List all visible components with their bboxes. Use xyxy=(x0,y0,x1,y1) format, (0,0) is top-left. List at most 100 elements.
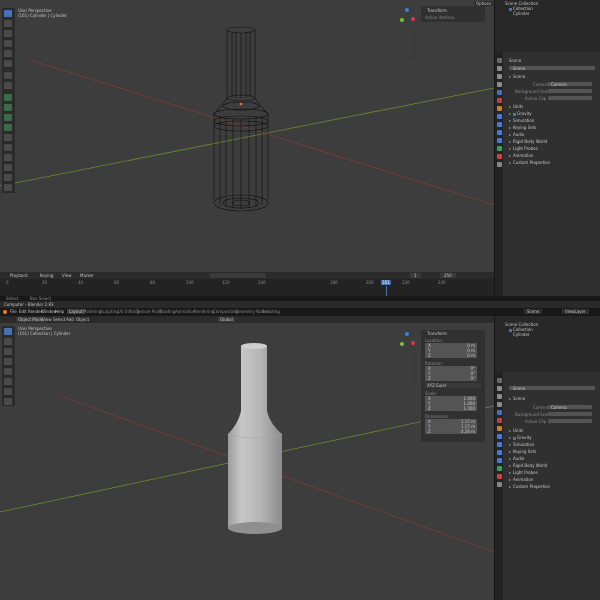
location-z[interactable]: Z 0 m xyxy=(425,353,477,358)
workspace-tab-texture-paint[interactable]: Texture Paint xyxy=(136,309,162,314)
bottom-navigation-gizmo[interactable] xyxy=(398,332,416,350)
workspace-tab-layout[interactable]: Layout xyxy=(67,309,85,314)
scene-tab-icon[interactable] xyxy=(497,90,502,95)
top-zoom-icon[interactable] xyxy=(411,30,417,36)
object-tab-icon[interactable] xyxy=(497,426,502,431)
playback-controls[interactable] xyxy=(210,273,266,278)
top-camera-view-icon[interactable] xyxy=(411,46,417,52)
timeline-menu-view[interactable]: View xyxy=(62,273,72,278)
rotate-tool[interactable] xyxy=(4,358,12,365)
world-tab-icon[interactable] xyxy=(497,98,502,103)
gizmo-y-axis-icon[interactable] xyxy=(400,18,404,22)
view-layer-tab-icon[interactable] xyxy=(497,82,502,87)
viewport-menu-select[interactable]: Select xyxy=(53,317,65,322)
transform-panel-title[interactable]: Transform xyxy=(427,331,447,336)
inset-tool[interactable] xyxy=(4,104,12,111)
transform-orientation-dropdown[interactable]: Global xyxy=(218,317,235,322)
current-frame-indicator[interactable]: 161 xyxy=(381,280,391,285)
bottom-panel-keying-sets[interactable]: Keying Sets xyxy=(509,449,536,454)
scale-tool[interactable] xyxy=(4,368,12,375)
bottom-3d-viewport[interactable]: Object Mode View Select Add Object Globa… xyxy=(0,316,494,600)
object-tab-icon[interactable] xyxy=(497,106,502,111)
top-ortho-toggle-icon[interactable] xyxy=(411,54,417,60)
constraints-tab-icon[interactable] xyxy=(497,138,502,143)
workspace-tab-rendering[interactable]: Rendering xyxy=(194,309,214,314)
top-props-section-scene[interactable]: Scene xyxy=(509,74,525,79)
move-tool[interactable] xyxy=(4,348,12,355)
edge-slide-tool[interactable] xyxy=(4,174,12,181)
bottom-panel-audio[interactable]: Audio xyxy=(509,456,524,461)
physics-tab-icon[interactable] xyxy=(497,450,502,455)
top-3d-viewport[interactable]: User Perspective (161) Cylinder | Cylind… xyxy=(0,0,494,272)
scene-tab-icon[interactable] xyxy=(497,410,502,415)
menu-file[interactable]: File xyxy=(10,309,17,314)
top-timeline[interactable]: Playback Keying View Marker 1 250 0 20 4… xyxy=(0,272,494,296)
top-panel-simulation[interactable]: Simulation xyxy=(509,118,534,123)
top-panel-gravity[interactable]: Gravity xyxy=(509,111,532,116)
modifier-tab-icon[interactable] xyxy=(497,434,502,439)
object-mode-dropdown[interactable]: Object Mode xyxy=(16,317,46,322)
bottom-panel-custom-props[interactable]: Custom Properties xyxy=(509,484,550,489)
top-panel-animation[interactable]: Animation xyxy=(509,153,533,158)
viewport-menu-object[interactable]: Object xyxy=(76,317,89,322)
select-box-tool[interactable] xyxy=(4,328,12,335)
viewport-menu-add[interactable]: Add xyxy=(66,317,74,322)
top-panel-custom-props[interactable]: Custom Properties xyxy=(509,160,550,165)
top-navigation-gizmo[interactable] xyxy=(398,8,416,26)
bottom-pan-icon[interactable] xyxy=(411,362,417,368)
view-layer-selector[interactable]: ViewLayer xyxy=(562,309,589,314)
view-layer-tab-icon[interactable] xyxy=(497,402,502,407)
scale-z[interactable]: Z 1.000 xyxy=(425,406,477,411)
outliner-object-cylinder[interactable]: Cylinder xyxy=(513,332,530,337)
poly-build-tool[interactable] xyxy=(4,144,12,151)
output-tab-icon[interactable] xyxy=(497,394,502,399)
bottom-bg-scene-field[interactable] xyxy=(548,412,592,416)
bottom-camera-view-icon[interactable] xyxy=(411,370,417,376)
timeline-menu-marker[interactable]: Marker xyxy=(80,273,94,278)
transform-tool[interactable] xyxy=(4,60,12,67)
bottom-ortho-toggle-icon[interactable] xyxy=(411,378,417,384)
cursor-tool[interactable] xyxy=(4,338,12,345)
world-tab-icon[interactable] xyxy=(497,418,502,423)
extrude-tool[interactable] xyxy=(4,94,12,101)
scene-selector[interactable]: Scene xyxy=(524,309,543,314)
shear-tool[interactable] xyxy=(4,184,12,191)
timeline-ruler[interactable]: 0 20 40 60 80 100 120 140 180 200 220 24… xyxy=(0,280,494,286)
output-tab-icon[interactable] xyxy=(497,74,502,79)
tool-tab-icon[interactable] xyxy=(497,378,502,383)
constraints-tab-icon[interactable] xyxy=(497,458,502,463)
move-tool[interactable] xyxy=(4,30,12,37)
bottom-panel-rigid-body[interactable]: Rigid Body World xyxy=(509,463,547,468)
particles-tab-icon[interactable] xyxy=(497,122,502,127)
workspace-tab-sculpting[interactable]: Sculpting xyxy=(100,309,119,314)
rotate-tool[interactable] xyxy=(4,40,12,47)
texture-tab-icon[interactable] xyxy=(497,482,502,487)
bottom-panel-light-probes[interactable]: Light Probes xyxy=(509,470,538,475)
top-options-button[interactable]: Options xyxy=(474,1,494,6)
particles-tab-icon[interactable] xyxy=(497,442,502,447)
render-tab-icon[interactable] xyxy=(497,386,502,391)
gizmo-y-axis-icon[interactable] xyxy=(400,342,404,346)
top-panel-rigid-body[interactable]: Rigid Body World xyxy=(509,139,547,144)
scale-tool[interactable] xyxy=(4,50,12,57)
timeline-menu-playback[interactable]: Playback xyxy=(10,273,28,278)
data-tab-icon[interactable] xyxy=(497,466,502,471)
gizmo-z-axis-icon[interactable] xyxy=(405,332,409,336)
smooth-tool[interactable] xyxy=(4,164,12,171)
top-panel-light-probes[interactable]: Light Probes xyxy=(509,146,538,151)
viewport-menu-view[interactable]: View xyxy=(42,317,52,322)
material-tab-icon[interactable] xyxy=(497,474,502,479)
measure-tool[interactable] xyxy=(4,82,12,89)
bevel-tool[interactable] xyxy=(4,114,12,121)
menu-edit[interactable]: Edit xyxy=(19,309,27,314)
outliner-object-cylinder[interactable]: Cylinder xyxy=(513,11,530,16)
top-active-clip-field[interactable] xyxy=(548,96,592,100)
texture-tab-icon[interactable] xyxy=(497,162,502,167)
gizmo-z-axis-icon[interactable] xyxy=(405,8,409,12)
loop-cut-tool[interactable] xyxy=(4,124,12,131)
top-pan-icon[interactable] xyxy=(411,38,417,44)
bottom-panel-gravity[interactable]: Gravity xyxy=(509,435,532,440)
rotation-z[interactable]: Z 0° xyxy=(425,376,477,381)
workspace-tab-modeling[interactable]: Modeling xyxy=(83,309,101,314)
spin-tool[interactable] xyxy=(4,154,12,161)
